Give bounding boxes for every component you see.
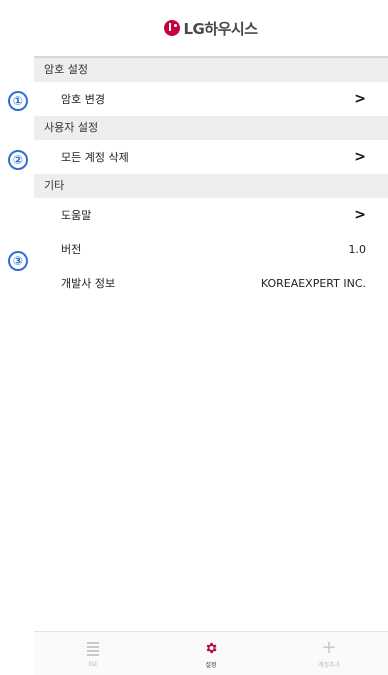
annotation-1: ① xyxy=(8,91,28,111)
tab-list[interactable]: list xyxy=(53,640,133,668)
annotation-3: ③ xyxy=(8,251,28,271)
tab-add-account[interactable]: + 계정추가 xyxy=(289,636,369,669)
plus-icon: + xyxy=(321,636,337,658)
annotation-2: ② xyxy=(8,150,28,170)
delete-all-accounts-row[interactable]: 모든 계정 삭제 > xyxy=(34,140,388,174)
tab-add-account-label: 계정추가 xyxy=(317,661,341,669)
gear-icon xyxy=(204,639,218,657)
chevron-right-icon: > xyxy=(354,91,366,107)
help-row[interactable]: 도움말 > xyxy=(34,198,388,232)
section-password-settings: 암호 설정 xyxy=(34,58,388,82)
version-value: 1.0 xyxy=(348,242,367,256)
version-row: 버전 1.0 xyxy=(34,232,388,266)
list-icon xyxy=(87,640,99,658)
tab-settings-label: 설정 xyxy=(205,661,217,669)
change-password-row[interactable]: 암호 변경 > xyxy=(34,82,388,116)
section-user-settings: 사용자 설정 xyxy=(34,116,388,140)
version-label: 버전 xyxy=(61,243,82,256)
developer-value: KOREAEXPERT INC. xyxy=(260,276,366,290)
tab-settings[interactable]: 설정 xyxy=(171,639,251,669)
change-password-label: 암호 변경 xyxy=(61,93,105,106)
settings-screen: LG하우시스 암호 설정 암호 변경 > 사용자 설정 모든 계정 삭제 > 기… xyxy=(34,0,388,675)
app-header: LG하우시스 xyxy=(34,0,388,58)
developer-label: 개발사 정보 xyxy=(61,277,116,290)
tab-list-label: list xyxy=(88,660,98,668)
logo-text: LG하우시스 xyxy=(183,19,258,38)
delete-all-accounts-label: 모든 계정 삭제 xyxy=(61,151,129,164)
lg-logo-icon xyxy=(164,20,181,36)
bottom-tab-bar: list 설정 + 계정추가 xyxy=(34,631,388,675)
help-label: 도움말 xyxy=(61,209,92,222)
developer-info-row: 개발사 정보 KOREAEXPERT INC. xyxy=(34,266,388,300)
chevron-right-icon: > xyxy=(354,207,366,223)
lg-logo: LG하우시스 xyxy=(164,18,258,39)
chevron-right-icon: > xyxy=(354,149,366,165)
section-etc: 기타 xyxy=(34,174,388,198)
